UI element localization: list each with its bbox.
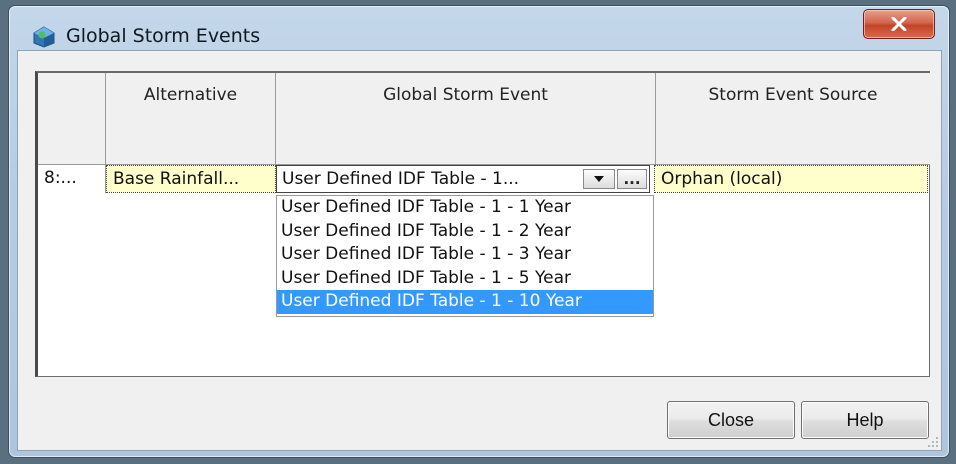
window-title: Global Storm Events xyxy=(66,25,261,47)
chevron-down-icon xyxy=(594,176,604,182)
header-alternative[interactable]: Alternative xyxy=(106,73,276,165)
dropdown-option[interactable]: User Defined IDF Table - 1 - 3 Year xyxy=(277,243,653,267)
help-button[interactable]: Help xyxy=(801,401,929,439)
global-storm-event-value: User Defined IDF Table - 1... xyxy=(282,169,520,189)
storm-events-table: Alternative Global Storm Event Storm Eve… xyxy=(35,71,930,377)
storm-event-dropdown-list[interactable]: User Defined IDF Table - 1 - 1 Year User… xyxy=(276,195,654,317)
resize-grip-icon[interactable] xyxy=(927,436,939,448)
app-icon xyxy=(33,26,55,48)
browse-ellipsis-button[interactable]: ... xyxy=(617,169,647,189)
dropdown-arrow-button[interactable] xyxy=(583,169,615,189)
close-button[interactable]: Close xyxy=(667,401,795,439)
close-icon xyxy=(891,17,907,31)
alternative-cell[interactable]: Base Rainfall... xyxy=(106,165,276,193)
window-close-button[interactable] xyxy=(863,9,935,39)
row-id-cell[interactable]: 8:... xyxy=(38,165,106,193)
storm-event-source-cell[interactable]: Orphan (local) xyxy=(654,165,928,193)
dropdown-option-selected[interactable]: User Defined IDF Table - 1 - 10 Year xyxy=(277,290,653,314)
dropdown-option[interactable]: User Defined IDF Table - 1 - 5 Year xyxy=(277,267,653,291)
dropdown-option[interactable]: User Defined IDF Table - 1 - 1 Year xyxy=(277,196,653,220)
dialog-window: Global Storm Events Alternative Global S… xyxy=(8,5,950,458)
dropdown-option[interactable]: User Defined IDF Table - 1 - 2 Year xyxy=(277,220,653,244)
header-global-storm-event[interactable]: Global Storm Event xyxy=(276,73,656,165)
header-storm-event-source[interactable]: Storm Event Source xyxy=(656,73,930,165)
header-row-number xyxy=(38,73,106,165)
global-storm-event-combobox[interactable]: User Defined IDF Table - 1... ... xyxy=(276,165,650,193)
dialog-client-area: Alternative Global Storm Event Storm Eve… xyxy=(17,50,942,451)
